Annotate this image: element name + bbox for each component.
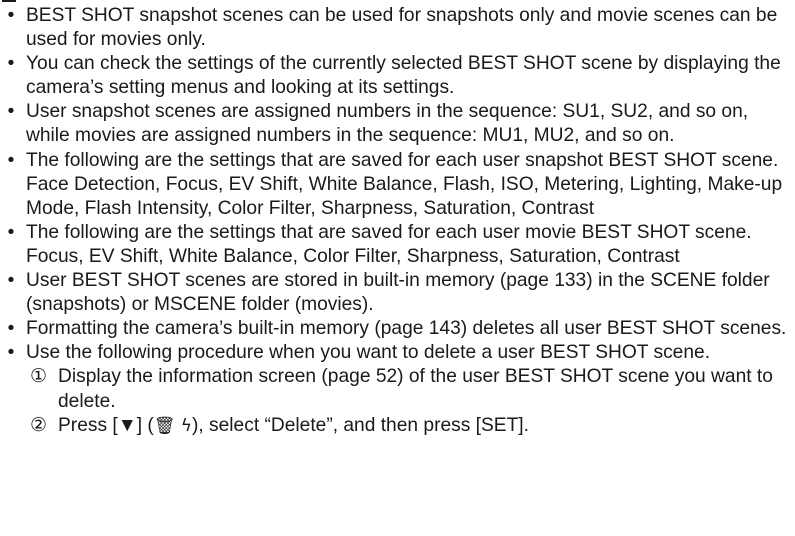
notes-list: • BEST SHOT snapshot scenes can be used … [0, 4, 790, 438]
note-item: • You can check the settings of the curr… [0, 52, 790, 100]
corner-rule [2, 0, 16, 2]
trash-flash-icon: 🗑 ϟ [153, 415, 192, 436]
bullet: • [7, 101, 15, 123]
note-item: • BEST SHOT snapshot scenes can be used … [0, 4, 790, 52]
bullet: • [7, 5, 15, 26]
step-item: ② Press [▼] (🗑 ϟ), select “Delete”, and … [30, 414, 790, 438]
step-text: Display the information screen (page 52)… [58, 366, 773, 412]
bullet: • [7, 221, 15, 243]
step-number: ② [30, 414, 48, 436]
movie-settings-list: Focus, EV Shift, White Balance, Color Fi… [26, 245, 680, 267]
note-text: The following are the settings that are … [26, 221, 752, 243]
note-text: You can check the settings of the curren… [26, 53, 781, 99]
delete-procedure-steps: ① Display the information screen (page 5… [26, 365, 790, 437]
step-item: ① Display the information screen (page 5… [30, 365, 790, 413]
note-text: User BEST SHOT scenes are stored in buil… [26, 270, 770, 316]
step-text-after: ), select “Delete”, and then press [SET]… [191, 414, 529, 436]
bullet: • [7, 318, 15, 340]
snapshot-settings-list: Face Detection, Focus, EV Shift, White B… [26, 173, 783, 219]
bullet: • [7, 149, 15, 171]
bullet: • [7, 342, 15, 364]
note-text: BEST SHOT snapshot scenes can be used fo… [26, 5, 778, 51]
bullet: • [7, 270, 15, 292]
note-text: Formatting the camera’s built-in memory … [26, 318, 787, 340]
note-item: • The following are the settings that ar… [0, 149, 790, 221]
note-item: • Use the following procedure when you w… [0, 341, 790, 437]
note-text: User snapshot scenes are assigned number… [26, 101, 749, 147]
note-item: • User snapshot scenes are assigned numb… [0, 100, 790, 148]
note-text: The following are the settings that are … [26, 149, 779, 171]
step-number: ① [30, 366, 48, 388]
note-item: • The following are the settings that ar… [0, 221, 790, 269]
note-item: • User BEST SHOT scenes are stored in bu… [0, 269, 790, 317]
bullet: • [7, 53, 15, 75]
note-item: • Formatting the camera’s built-in memor… [0, 317, 790, 341]
step-text-before: Press [▼] ( [58, 414, 154, 436]
note-text: Use the following procedure when you wan… [26, 342, 711, 364]
